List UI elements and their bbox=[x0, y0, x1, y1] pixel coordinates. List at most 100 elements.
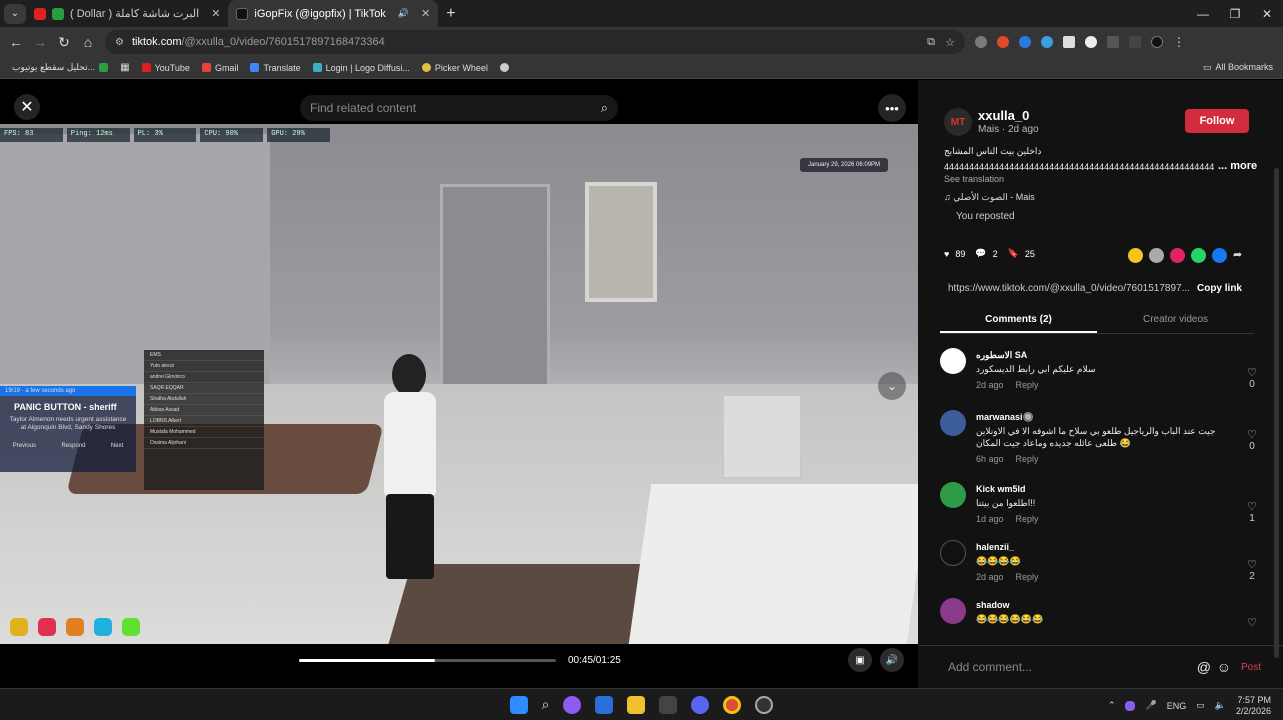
volume-icon[interactable]: 🔊 bbox=[880, 648, 904, 672]
avatar[interactable] bbox=[940, 482, 966, 508]
puzzle-icon[interactable] bbox=[1107, 36, 1119, 48]
chevron-down-icon[interactable]: ⌄ bbox=[878, 372, 906, 400]
comment-button[interactable]: 💬 2 bbox=[975, 248, 997, 259]
comment-like-button[interactable]: ♡ 1 bbox=[1244, 500, 1260, 524]
floating-player-icon[interactable]: ▣ bbox=[848, 648, 872, 672]
store-icon[interactable] bbox=[595, 695, 614, 714]
avatar[interactable] bbox=[940, 598, 966, 624]
maximize-button[interactable]: ❐ bbox=[1219, 7, 1251, 21]
reply-button[interactable]: Reply bbox=[1016, 380, 1039, 390]
progress-bar[interactable] bbox=[299, 659, 556, 662]
search-icon[interactable]: ⌕ bbox=[601, 100, 608, 116]
forward-button[interactable]: → bbox=[28, 34, 52, 50]
chrome-icon[interactable] bbox=[723, 695, 742, 714]
tab-search-button[interactable]: ⌄ bbox=[4, 3, 26, 24]
reply-button[interactable]: Reply bbox=[1016, 514, 1039, 524]
extension-icon[interactable] bbox=[1063, 36, 1075, 48]
like-button[interactable]: ♥ 89 bbox=[944, 249, 965, 259]
creator-username[interactable]: xxulla_0 bbox=[978, 108, 1029, 123]
network-icon[interactable]: ▭ bbox=[1196, 700, 1205, 711]
scrollbar[interactable] bbox=[1274, 168, 1279, 658]
tray-icon[interactable] bbox=[1125, 700, 1136, 711]
bookmark-picker-wheel[interactable]: Picker Wheel bbox=[421, 63, 488, 73]
close-icon[interactable]: ✕ bbox=[211, 7, 220, 20]
more-link[interactable]: ... more bbox=[1218, 160, 1257, 172]
clock[interactable]: 7:57 PM 2/2/2026 bbox=[1236, 695, 1271, 717]
address-bar[interactable]: ⚙ tiktok.com /@xxulla_0/video/7601517897… bbox=[105, 30, 965, 54]
app-icon[interactable] bbox=[755, 695, 774, 714]
file-explorer-icon[interactable] bbox=[627, 695, 646, 714]
close-icon[interactable]: ✕ bbox=[421, 7, 430, 20]
avatar[interactable] bbox=[940, 348, 966, 374]
comment-author[interactable]: Kick wm5ld bbox=[976, 484, 1026, 494]
microphone-icon[interactable]: 🎤 bbox=[1145, 700, 1156, 711]
extension-icon[interactable] bbox=[997, 36, 1009, 48]
tab-comments[interactable]: Comments (2) bbox=[940, 310, 1097, 333]
reload-button[interactable]: ↻ bbox=[52, 34, 76, 51]
search-input[interactable]: Find related content ⌕ bbox=[300, 95, 618, 121]
reply-button[interactable]: Reply bbox=[1016, 454, 1039, 464]
embed-icon[interactable] bbox=[1149, 248, 1164, 263]
music-link[interactable]: ♫ الصوت الأصلي - Mais bbox=[944, 192, 1035, 203]
back-button[interactable]: ← bbox=[4, 34, 28, 50]
bookmark-youtube[interactable]: YouTube bbox=[141, 63, 190, 73]
send-icon[interactable] bbox=[1170, 248, 1185, 263]
bookmark-star-icon[interactable]: ☆ bbox=[945, 36, 955, 49]
site-info-icon[interactable]: ⚙ bbox=[115, 37, 124, 48]
post-button[interactable]: Post bbox=[1241, 662, 1261, 673]
extension-icon[interactable] bbox=[1085, 36, 1097, 48]
comment-like-button[interactable]: ♡ 2 bbox=[1244, 558, 1260, 582]
reading-list-icon[interactable] bbox=[1129, 36, 1141, 48]
volume-icon[interactable]: 🔈 bbox=[1215, 700, 1226, 711]
bookmark-globe[interactable] bbox=[499, 63, 509, 72]
creator-avatar[interactable]: MT bbox=[944, 108, 972, 136]
search-icon[interactable]: ⌕ bbox=[542, 696, 550, 713]
apps-icon[interactable]: ▦ bbox=[120, 62, 129, 73]
follow-button[interactable]: Follow bbox=[1185, 109, 1249, 133]
share-arrow-icon[interactable]: ➦ bbox=[1233, 248, 1248, 263]
comment-input[interactable]: Add comment... @ ☺ Post bbox=[918, 645, 1283, 688]
close-window-button[interactable]: ✕ bbox=[1251, 7, 1283, 21]
discord-icon[interactable] bbox=[691, 695, 710, 714]
comment-author[interactable]: halenzii_ bbox=[976, 542, 1014, 552]
comment-author[interactable]: shadow bbox=[976, 600, 1010, 610]
speaker-icon[interactable]: 🔊 bbox=[398, 8, 409, 19]
reply-button[interactable]: Reply bbox=[1016, 572, 1039, 582]
language-indicator[interactable]: ENG bbox=[1167, 701, 1187, 711]
tab-creator-videos[interactable]: Creator videos bbox=[1097, 310, 1254, 333]
more-options-button[interactable]: ••• bbox=[878, 94, 906, 122]
see-translation-link[interactable]: See translation bbox=[944, 174, 1004, 184]
close-video-button[interactable]: ✕ bbox=[14, 94, 40, 120]
chevron-up-icon[interactable]: ⌃ bbox=[1108, 700, 1116, 711]
comment-like-button[interactable]: ♡ 0 bbox=[1244, 366, 1260, 390]
emoji-icon[interactable]: ☺ bbox=[1217, 659, 1231, 675]
comment-author[interactable]: الاسطوره SA bbox=[976, 350, 1027, 361]
bookmark-item[interactable]: تحليل سقطع يوتيوب... bbox=[12, 62, 109, 73]
windows-start-icon[interactable] bbox=[509, 695, 528, 714]
extension-icon[interactable] bbox=[1019, 36, 1031, 48]
bookmark-logo-diffusion[interactable]: Login | Logo Diffusi... bbox=[312, 63, 410, 73]
mention-icon[interactable]: @ bbox=[1197, 659, 1211, 675]
whatsapp-icon[interactable] bbox=[1191, 248, 1206, 263]
video-player[interactable]: FPS: 83 Ping: 12ms PL: 3% CPU: 90% GPU: … bbox=[0, 80, 918, 688]
all-bookmarks[interactable]: ▭ All Bookmarks bbox=[1203, 62, 1273, 73]
comment-author[interactable]: marwanasi🔘 bbox=[976, 412, 1034, 423]
avatar[interactable] bbox=[940, 540, 966, 566]
avatar[interactable] bbox=[940, 410, 966, 436]
app-icon[interactable] bbox=[659, 695, 678, 714]
extension-icon[interactable] bbox=[975, 36, 987, 48]
save-button[interactable]: 🔖 25 bbox=[1008, 248, 1035, 259]
bookmark-gmail[interactable]: Gmail bbox=[201, 63, 238, 73]
copilot-icon[interactable] bbox=[563, 695, 582, 714]
profile-avatar[interactable] bbox=[1151, 36, 1163, 48]
install-icon[interactable]: ⧉ bbox=[927, 36, 935, 49]
comment-like-button[interactable]: ♡ bbox=[1244, 616, 1260, 629]
new-tab-button[interactable]: + bbox=[446, 5, 455, 23]
extension-icon[interactable] bbox=[1041, 36, 1053, 48]
facebook-icon[interactable] bbox=[1212, 248, 1227, 263]
menu-icon[interactable]: ⋮ bbox=[1173, 35, 1185, 49]
copy-link-button[interactable]: Copy link bbox=[1197, 283, 1242, 294]
home-button[interactable]: ⌂ bbox=[76, 34, 100, 50]
bookmark-translate[interactable]: Translate bbox=[250, 63, 301, 73]
tab-youtube[interactable]: ( Dollar ) البرت شاشة كاملة ✕ bbox=[26, 0, 228, 27]
